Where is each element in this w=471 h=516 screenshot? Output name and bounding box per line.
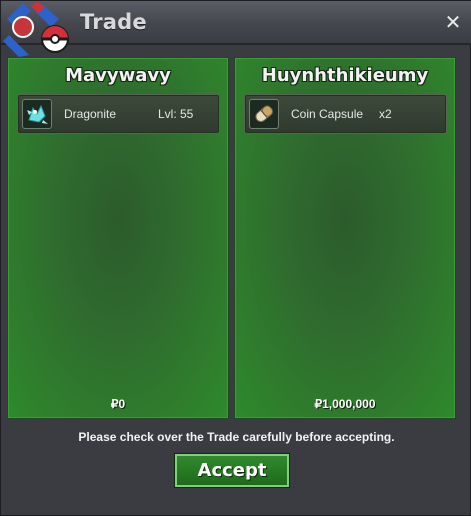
partner-offer-panel: Huynhthikieumy Coin Capsule x2 ₽1,000,00…: [234, 57, 456, 419]
item-name: Dragonite: [64, 107, 117, 121]
dragonite-icon: [22, 99, 52, 129]
offered-money: ₽0: [110, 397, 126, 411]
player-name: Huynhthikieumy: [261, 65, 429, 86]
title-bar[interactable]: Trade ✕: [1, 1, 471, 57]
item-level: Lvl: 55: [158, 107, 194, 121]
coin-capsule-icon: [249, 99, 279, 129]
trade-item-slot[interactable]: Coin Capsule x2: [244, 94, 447, 134]
close-icon[interactable]: ✕: [442, 11, 464, 33]
pokemon-logo-icon: [3, 1, 69, 57]
trade-item-slot[interactable]: Dragonite Lvl: 55: [17, 94, 220, 134]
accept-button[interactable]: Accept: [174, 453, 290, 488]
item-quantity: x2: [379, 107, 392, 121]
window-title: Trade: [80, 10, 147, 34]
player-name: Mavywavy: [65, 65, 171, 86]
trade-notice: Please check over the Trade carefully be…: [78, 430, 395, 444]
trade-window: Trade ✕ Mavywavy Dragonite Lvl: 55 ₽0 Hu…: [0, 0, 471, 516]
offered-money: ₽1,000,000: [314, 397, 376, 411]
item-name: Coin Capsule: [291, 107, 364, 121]
my-offer-panel: Mavywavy Dragonite Lvl: 55 ₽0: [7, 57, 229, 419]
